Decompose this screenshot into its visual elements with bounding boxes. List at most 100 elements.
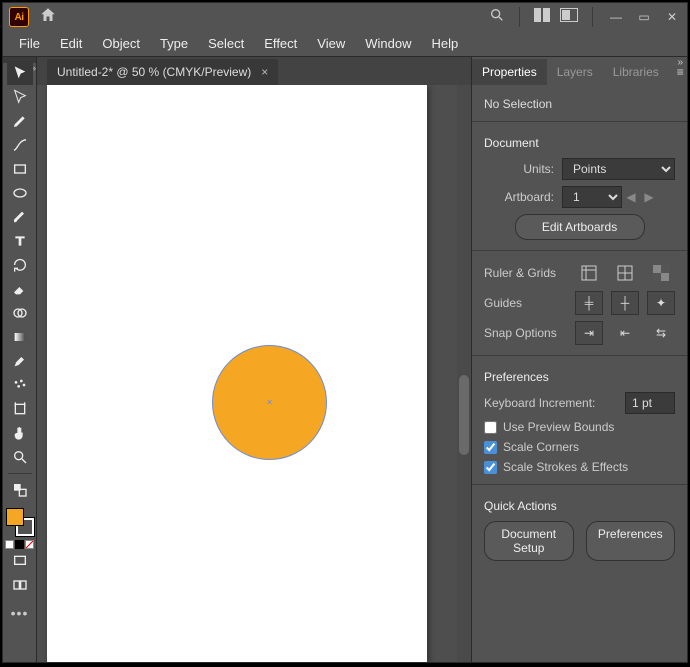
workspace-icon[interactable] — [560, 8, 578, 27]
home-icon[interactable] — [39, 6, 57, 29]
menu-select[interactable]: Select — [198, 32, 254, 55]
gradient-mode-icon[interactable] — [15, 540, 24, 549]
preview-bounds-input[interactable] — [484, 421, 497, 434]
kbd-increment-input[interactable] — [625, 392, 675, 414]
preferences-section-head: Preferences — [484, 370, 675, 384]
minimize-icon[interactable]: — — [607, 8, 625, 26]
curvature-tool[interactable] — [7, 133, 33, 157]
snap-point-icon[interactable]: ⇥ — [575, 321, 603, 345]
canvas[interactable] — [37, 85, 471, 662]
arrange-icon[interactable] — [534, 8, 550, 27]
tab-properties[interactable]: Properties — [472, 59, 547, 85]
maximize-icon[interactable]: ▭ — [635, 8, 653, 26]
next-artboard-icon[interactable]: ▶ — [640, 186, 658, 208]
color-mode-icon[interactable] — [5, 540, 14, 549]
tab-layers[interactable]: Layers — [547, 59, 603, 85]
edit-artboards-button[interactable]: Edit Artboards — [515, 214, 645, 240]
artboard-select[interactable]: 1 — [562, 186, 622, 208]
close-icon[interactable]: ✕ — [663, 8, 681, 26]
selection-status: No Selection — [484, 97, 675, 111]
app-badge: Ai — [9, 7, 29, 27]
draw-mode-tool[interactable] — [7, 573, 33, 597]
draw-mode-icons[interactable] — [5, 540, 34, 549]
fill-stroke-swatches[interactable] — [6, 508, 34, 536]
menu-type[interactable]: Type — [150, 32, 198, 55]
artboard-tool[interactable] — [7, 397, 33, 421]
hand-tool[interactable] — [7, 421, 33, 445]
preferences-button[interactable]: Preferences — [586, 521, 676, 561]
transparency-grid-icon[interactable] — [647, 261, 675, 285]
separator — [519, 7, 520, 27]
ellipse-tool[interactable] — [7, 181, 33, 205]
menu-file[interactable]: File — [9, 32, 50, 55]
units-label: Units: — [484, 162, 554, 176]
paintbrush-tool[interactable] — [7, 205, 33, 229]
document-tab[interactable]: Untitled-2* @ 50 % (CMYK/Preview) × — [47, 59, 278, 85]
menu-help[interactable]: Help — [421, 32, 468, 55]
search-icon[interactable] — [489, 7, 505, 28]
show-guides-icon[interactable]: ╪ — [575, 291, 603, 315]
units-select[interactable]: Points — [562, 158, 675, 180]
rotate-tool[interactable] — [7, 253, 33, 277]
scale-corners-input[interactable] — [484, 441, 497, 454]
menu-object[interactable]: Object — [92, 32, 150, 55]
ruler-grids-label: Ruler & Grids — [484, 266, 575, 280]
separator — [8, 473, 32, 474]
menu-view[interactable]: View — [307, 32, 355, 55]
quick-actions-head: Quick Actions — [484, 499, 675, 513]
collapse-panel-icon[interactable]: » — [677, 57, 683, 68]
snap-grid-icon[interactable]: ⇤ — [611, 321, 639, 345]
vertical-scrollbar[interactable] — [457, 85, 471, 662]
gradient-tool[interactable] — [7, 325, 33, 349]
document-tab-bar: Untitled-2* @ 50 % (CMYK/Preview) × — [37, 57, 471, 85]
scale-corners-checkbox[interactable]: Scale Corners — [484, 440, 675, 454]
zoom-tool[interactable] — [7, 445, 33, 469]
menu-bar: File Edit Object Type Select Effect View… — [3, 31, 687, 57]
document-area: Untitled-2* @ 50 % (CMYK/Preview) × — [37, 57, 471, 662]
tool-panel: » — [3, 57, 37, 662]
kbd-increment-label: Keyboard Increment: — [484, 396, 625, 410]
eyedropper-tool[interactable] — [7, 349, 33, 373]
rectangle-tool[interactable] — [7, 157, 33, 181]
shape-builder-tool[interactable] — [7, 301, 33, 325]
snap-pixel-icon[interactable]: ⇆ — [647, 321, 675, 345]
title-bar: Ai — ▭ ✕ — [3, 3, 687, 31]
scale-strokes-input[interactable] — [484, 461, 497, 474]
properties-panel: » Properties Layers Libraries ≡ No Selec… — [471, 57, 687, 662]
type-tool[interactable] — [7, 229, 33, 253]
smart-guides-icon[interactable]: ✦ — [647, 291, 675, 315]
document-tab-label: Untitled-2* @ 50 % (CMYK/Preview) — [57, 65, 251, 79]
selection-tool[interactable] — [7, 61, 33, 85]
prev-artboard-icon[interactable]: ◀ — [622, 186, 640, 208]
scrollbar-thumb[interactable] — [459, 375, 469, 455]
rulers-icon[interactable] — [575, 261, 603, 285]
direct-selection-tool[interactable] — [7, 85, 33, 109]
document-setup-button[interactable]: Document Setup — [484, 521, 574, 561]
menu-effect[interactable]: Effect — [254, 32, 307, 55]
artboard[interactable] — [47, 85, 427, 662]
close-tab-icon[interactable]: × — [261, 65, 268, 79]
symbol-sprayer-tool[interactable] — [7, 373, 33, 397]
tab-libraries[interactable]: Libraries — [603, 59, 669, 85]
menu-edit[interactable]: Edit — [50, 32, 92, 55]
snap-label: Snap Options — [484, 326, 575, 340]
app-window: Ai — ▭ ✕ File Edit Object Type Select — [2, 2, 688, 663]
none-mode-icon[interactable] — [25, 540, 34, 549]
lock-guides-icon[interactable]: ┼ — [611, 291, 639, 315]
fill-stroke-toggle[interactable] — [7, 478, 33, 502]
guides-label: Guides — [484, 296, 575, 310]
ellipse-shape[interactable] — [212, 345, 327, 460]
main-area: » — [3, 57, 687, 662]
artboard-label: Artboard: — [484, 190, 554, 204]
use-preview-bounds-checkbox[interactable]: Use Preview Bounds — [484, 420, 675, 434]
pen-tool[interactable] — [7, 109, 33, 133]
menu-window[interactable]: Window — [355, 32, 421, 55]
document-section-head: Document — [484, 136, 675, 150]
panel-body: No Selection Document Units: Points Artb… — [472, 85, 687, 662]
screen-mode-tool[interactable] — [7, 549, 33, 573]
fill-swatch[interactable] — [6, 508, 24, 526]
scale-strokes-checkbox[interactable]: Scale Strokes & Effects — [484, 460, 675, 474]
eraser-tool[interactable] — [7, 277, 33, 301]
edit-toolbar-icon[interactable]: ••• — [11, 605, 29, 621]
grid-icon[interactable] — [611, 261, 639, 285]
